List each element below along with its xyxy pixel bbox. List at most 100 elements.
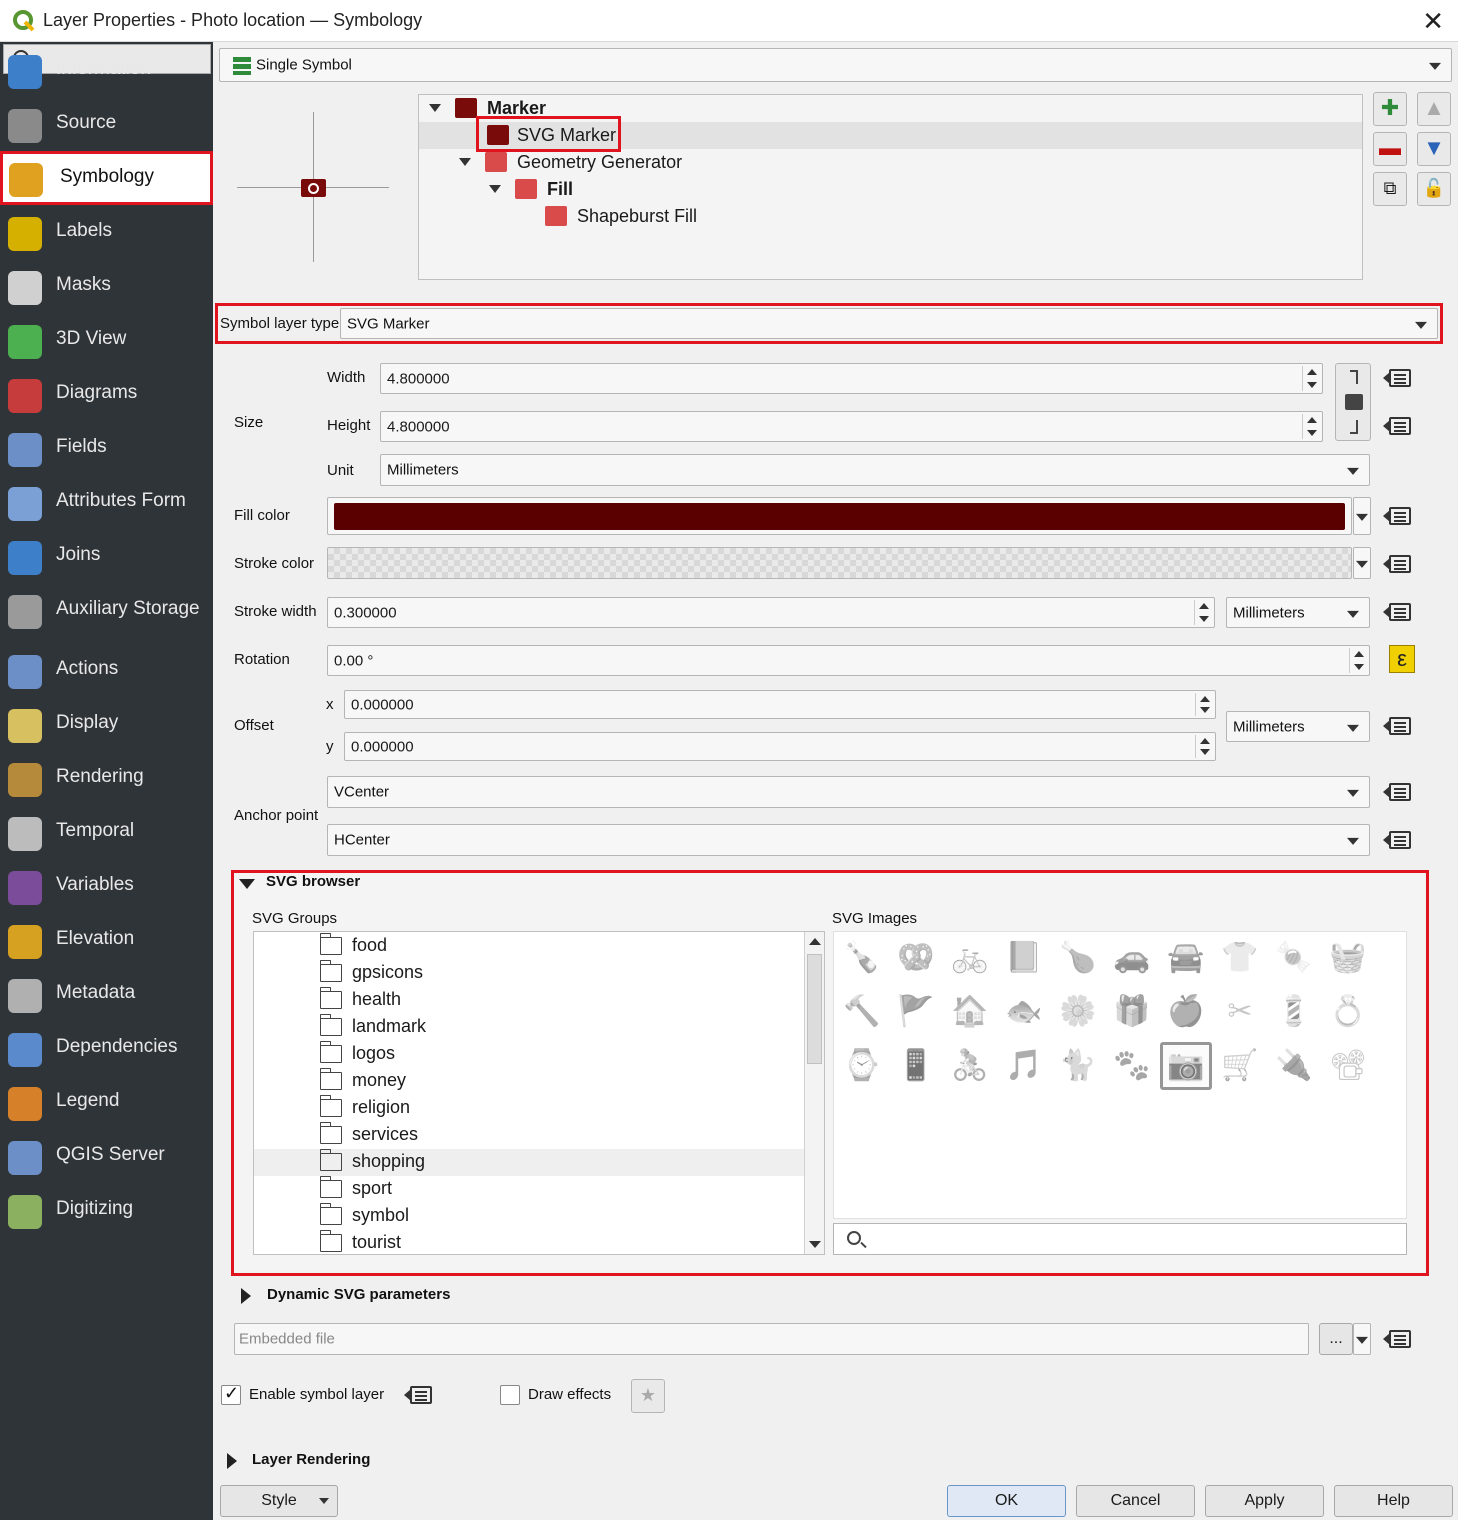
database-icon [8,595,42,629]
sidebar-item-metadata[interactable]: Metadata [0,967,213,1021]
stroke-width-unit-combo[interactable]: Millimeters [1226,597,1370,628]
tree-item-fill[interactable]: Fill [419,176,1362,203]
expand-triangle-icon[interactable] [227,1453,237,1469]
draw-effects-checkbox[interactable] [500,1385,520,1405]
lock-layer-button[interactable]: 🔓 [1417,172,1451,206]
width-spinbox[interactable]: 4.800000 [380,363,1323,394]
sidebar-item-information[interactable]: Information [0,43,213,97]
sidebar-item-label: Diagrams [56,382,138,403]
cancel-button[interactable]: Cancel [1076,1485,1195,1517]
chevron-down-icon[interactable] [429,104,441,112]
ok-button[interactable]: OK [947,1485,1066,1517]
stroke-color-data-defined-button[interactable] [1383,549,1419,579]
window-title: Layer Properties - Photo location — Symb… [43,10,423,30]
sidebar-item-display[interactable]: Display [0,697,213,751]
chevron-down-icon[interactable] [459,158,471,166]
effects-star-button[interactable]: ★ [631,1379,665,1413]
rotation-spinbox[interactable]: 0.00 ° [327,645,1370,676]
offset-data-defined-button[interactable] [1383,711,1419,741]
close-icon[interactable]: ✕ [1422,6,1444,37]
elevation-icon [8,925,42,959]
dependencies-icon [8,1033,42,1067]
stroke-color-button[interactable] [327,547,1352,579]
move-down-button[interactable]: ▼ [1417,132,1451,166]
sidebar-item-symbology[interactable]: Symbology [0,151,213,205]
style-button[interactable]: Style [220,1485,338,1517]
embedded-file-input[interactable]: Embedded file [234,1323,1309,1355]
chevron-down-icon [1415,321,1427,329]
sidebar-item-legend[interactable]: Legend [0,1075,213,1129]
apply-button[interactable]: Apply [1205,1485,1324,1517]
tree-item-geometry-generator[interactable]: Geometry Generator [419,149,1362,176]
sidebar-item-labels[interactable]: Labels [0,205,213,259]
anchor-horizontal-data-defined-button[interactable] [1383,825,1419,855]
sidebar: Information Source Symbology Labels Masks 3D … [0,42,213,1520]
sidebar-item-source[interactable]: Source [0,97,213,151]
chevron-down-icon [1347,837,1359,845]
renderer-combo[interactable]: Single Symbol [219,48,1452,82]
offset-x-spinbox[interactable]: 0.000000 [344,690,1216,719]
duplicate-layer-button[interactable]: ⧉ [1373,172,1407,206]
browse-file-button[interactable]: ... [1319,1323,1353,1355]
sidebar-item-auxiliary-storage[interactable]: Auxiliary Storage [0,583,213,637]
brush-icon [8,763,42,797]
browse-file-dropdown[interactable] [1353,1323,1371,1355]
sidebar-item-actions[interactable]: Actions [0,643,213,697]
anchor-vertical-data-defined-button[interactable] [1383,777,1419,807]
sidebar-item-3d-view[interactable]: 3D View [0,313,213,367]
fill-color-data-defined-button[interactable] [1383,501,1419,531]
sidebar-item-diagrams[interactable]: Diagrams [0,367,213,421]
height-spinbox[interactable]: 4.800000 [380,411,1323,442]
single-symbol-icon [233,57,251,75]
sidebar-item-joins[interactable]: Joins [0,529,213,583]
sidebar-item-attributes-form[interactable]: Attributes Form [0,475,213,529]
remove-layer-button[interactable]: ▬ [1373,132,1407,166]
chevron-down-icon [319,1498,329,1504]
sidebar-item-fields[interactable]: Fields [0,421,213,475]
qgis-logo-icon [13,10,35,32]
offset-y-spinbox[interactable]: 0.000000 [344,732,1216,761]
offset-unit-combo[interactable]: Millimeters [1226,711,1370,742]
sidebar-item-rendering[interactable]: Rendering [0,751,213,805]
sidebar-item-temporal[interactable]: Temporal [0,805,213,859]
stroke-color-dropdown[interactable] [1353,547,1371,579]
paintbrush-icon [9,163,43,197]
rotation-expression-button[interactable]: ε [1383,645,1419,675]
diagram-icon [8,379,42,413]
tree-item-shapeburst-fill[interactable]: Shapeburst Fill [419,203,1362,230]
stroke-width-data-defined-button[interactable] [1383,597,1419,627]
width-data-defined-button[interactable] [1383,363,1419,393]
sidebar-item-label: Legend [56,1090,120,1111]
move-up-button[interactable]: ▲ [1417,92,1451,126]
sidebar-item-variables[interactable]: Variables [0,859,213,913]
sidebar-item-digitizing[interactable]: Digitizing [0,1183,213,1237]
fill-color-dropdown[interactable] [1353,497,1371,535]
anchor-vertical-combo[interactable]: VCenter [327,776,1370,808]
sidebar-item-dependencies[interactable]: Dependencies [0,1021,213,1075]
wrench-icon [8,109,42,143]
height-data-defined-button[interactable] [1383,411,1419,441]
enable-symbol-layer-checkbox[interactable] [221,1383,241,1405]
help-button[interactable]: Help [1334,1485,1453,1517]
size-unit-combo[interactable]: Millimeters [380,454,1370,486]
anchor-horizontal-combo[interactable]: HCenter [327,824,1370,856]
symbol-layer-type-combo[interactable]: SVG Marker [340,308,1438,339]
sidebar-item-masks[interactable]: Masks [0,259,213,313]
symbology-panel: Single Symbol Marker SVG Marker Geometry… [213,42,1458,1520]
sidebar-item-label: Actions [56,658,119,679]
fill-color-button[interactable] [327,497,1352,535]
sidebar-item-label: Temporal [56,820,135,841]
clock-icon [8,817,42,851]
sidebar-item-qgis-server[interactable]: QGIS Server [0,1129,213,1183]
chevron-down-icon[interactable] [489,185,501,193]
stroke-width-spinbox[interactable]: 0.300000 [327,597,1215,628]
expression-icon: ε [1389,645,1415,673]
add-layer-button[interactable]: ✚ [1373,92,1407,126]
sidebar-item-label: Masks [56,274,111,295]
expand-triangle-icon[interactable] [241,1288,251,1304]
embedded-file-data-defined-button[interactable] [1383,1324,1419,1354]
sidebar-item-elevation[interactable]: Elevation [0,913,213,967]
enable-layer-data-defined-button[interactable] [404,1380,440,1410]
server-icon [8,1141,42,1175]
lock-aspect-ratio-button[interactable] [1335,363,1371,441]
